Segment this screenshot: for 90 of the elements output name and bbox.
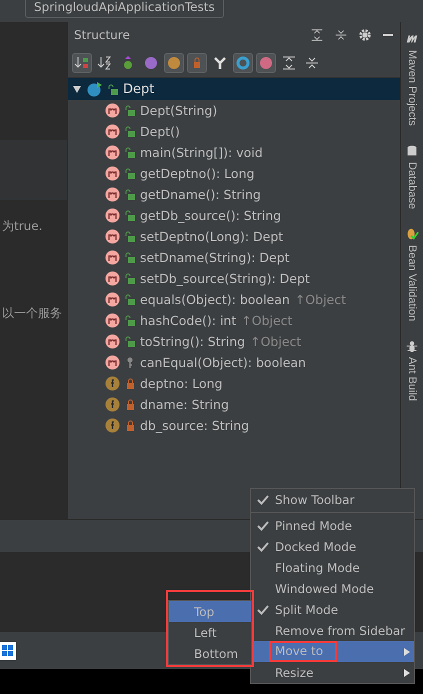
member-label: getDeptno(): Long	[140, 166, 254, 181]
code-text: 以一个服务	[2, 305, 62, 322]
method-icon	[105, 334, 120, 349]
method-icon	[105, 124, 120, 139]
tree-item[interactable]: canEqual(Object): boolean	[68, 352, 400, 373]
panel-title: Structure	[74, 28, 131, 42]
tree-root[interactable]: Dept	[68, 78, 400, 100]
tree-item[interactable]: Dept()	[68, 121, 400, 142]
menu-item[interactable]: Pinned Mode	[251, 515, 414, 536]
method-icon	[105, 292, 120, 307]
circle-icon	[143, 54, 159, 70]
member-label: main(String[]): void	[140, 145, 263, 160]
menu-item[interactable]: Remove from Sidebar	[251, 620, 414, 641]
filter-toggle[interactable]	[164, 52, 184, 72]
menu-item[interactable]: Left	[169, 622, 251, 643]
method-icon	[105, 208, 120, 223]
tree-item[interactable]: equals(Object): boolean ↑Object	[68, 289, 400, 310]
inherited-label: ↑Object	[294, 292, 346, 307]
filter-toggle[interactable]	[233, 52, 253, 72]
menu-item[interactable]: Windowed Mode	[251, 578, 414, 599]
menu-item[interactable]: Bottom	[169, 643, 251, 664]
class-name: Dept	[123, 82, 154, 96]
tree-item[interactable]: toString(): String ↑Object	[68, 331, 400, 352]
member-label: Dept()	[140, 124, 180, 139]
member-label: dname: String	[140, 397, 229, 412]
bean-icon	[405, 226, 419, 241]
tree-item[interactable]: getDname(): String	[68, 184, 400, 205]
tree-item[interactable]: deptno: Long	[68, 373, 400, 394]
menu-item[interactable]: Show Toolbar	[251, 489, 414, 510]
windows-icon[interactable]	[0, 642, 16, 660]
ring-icon	[235, 54, 251, 70]
tree-item[interactable]: db_source: String	[68, 415, 400, 436]
tree-item[interactable]: setDeptno(Long): Dept	[68, 226, 400, 247]
member-label: db_source: String	[140, 418, 250, 433]
member-label: setDname(String): Dept	[140, 250, 290, 265]
database-icon	[405, 144, 419, 158]
menu-item[interactable]: Floating Mode	[251, 557, 414, 578]
collapse-all-icon	[304, 54, 320, 70]
fork-icon	[212, 54, 228, 70]
method-icon	[105, 271, 120, 286]
member-label: setDeptno(Long): Dept	[140, 229, 284, 244]
method-icon	[105, 355, 120, 370]
sidebar-tab[interactable]: Database	[405, 144, 419, 209]
menu-item[interactable]: Resize	[251, 662, 414, 683]
menu-item[interactable]: Split Mode	[251, 599, 414, 620]
member-label: getDname(): String	[140, 187, 261, 202]
method-icon	[105, 313, 120, 328]
tree-item[interactable]: hashCode(): int ↑Object	[68, 310, 400, 331]
member-label: deptno: Long	[140, 376, 222, 391]
class-icon	[87, 81, 103, 97]
code-text: 为true.	[2, 218, 42, 235]
expand-all-icon	[281, 54, 297, 70]
method-icon	[105, 103, 120, 118]
settings-icon[interactable]	[358, 28, 372, 42]
member-label: toString(): String	[140, 334, 246, 349]
sort-icon	[74, 54, 90, 70]
expand-all-icon[interactable]	[310, 28, 324, 42]
inherited-label: ↑Object	[250, 334, 302, 349]
member-label: equals(Object): boolean	[140, 292, 290, 307]
menu-item[interactable]: Docked Mode	[251, 536, 414, 557]
sidebar-tab[interactable]: Ant Build	[405, 339, 419, 402]
tree-item[interactable]: main(String[]): void	[68, 142, 400, 163]
tree-item[interactable]: getDeptno(): Long	[68, 163, 400, 184]
member-label: hashCode(): int	[140, 313, 236, 328]
unlocked-icon	[108, 84, 118, 94]
tree-item[interactable]: setDb_source(String): Dept	[68, 268, 400, 289]
sort-alpha-icon	[97, 54, 113, 70]
member-label: Dept(String)	[140, 103, 218, 118]
tree-item[interactable]: setDname(String): Dept	[68, 247, 400, 268]
tree-item[interactable]: dname: String	[68, 394, 400, 415]
run-config-dropdown[interactable]: SpringloudApiApplicationTests	[25, 0, 224, 18]
method-icon	[105, 229, 120, 244]
filter-toggle[interactable]	[72, 52, 92, 72]
expanded-arrow-icon[interactable]	[72, 84, 82, 94]
member-label: setDb_source(String): Dept	[140, 271, 310, 286]
tree-item[interactable]: getDb_source(): String	[68, 205, 400, 226]
ant-icon	[405, 339, 419, 354]
filter-toggle[interactable]	[187, 52, 207, 72]
inherited-label: ↑Object	[241, 313, 292, 328]
method-icon	[105, 250, 120, 265]
tree-item[interactable]: Dept(String)	[68, 100, 400, 121]
member-label: getDb_source(): String	[140, 208, 282, 223]
sidebar-tab[interactable]: Bean Validation	[405, 226, 419, 322]
filter-toggle[interactable]	[256, 52, 276, 72]
method-icon	[105, 145, 120, 160]
sidebar-tab[interactable]: Maven Projects	[405, 32, 419, 126]
method-icon	[105, 187, 120, 202]
method-icon	[105, 166, 120, 181]
collapse-all-icon[interactable]	[334, 28, 348, 42]
member-label: canEqual(Object): boolean	[140, 355, 306, 370]
